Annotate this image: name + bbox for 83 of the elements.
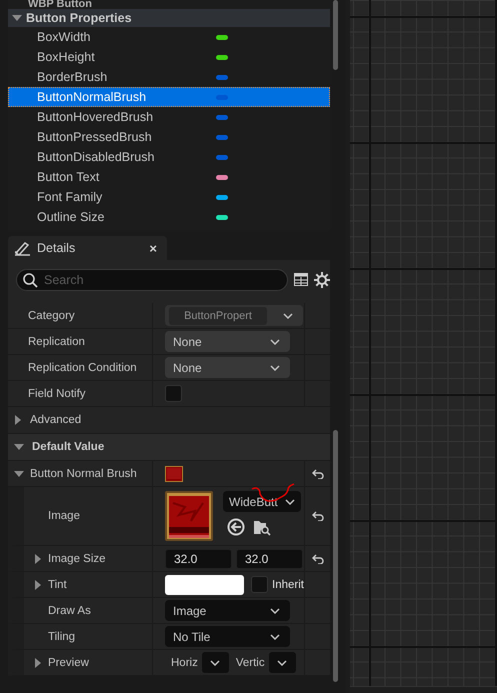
variable-name: Button Text bbox=[37, 170, 100, 184]
expand-arrow-icon[interactable] bbox=[14, 443, 24, 451]
property-label: Button Normal Brush bbox=[30, 468, 137, 480]
variable-item[interactable]: ButtonNormalBrush bbox=[8, 87, 330, 107]
field-label: Vertic bbox=[236, 656, 265, 668]
section-title: Default Value bbox=[32, 441, 104, 453]
dropdown[interactable]: None bbox=[165, 357, 290, 378]
variable-item[interactable]: BorderBrush bbox=[8, 67, 330, 87]
variable-item[interactable]: BoxHeight bbox=[8, 47, 330, 67]
property-label: Field Notify bbox=[28, 388, 86, 400]
field-label: Horiz bbox=[171, 656, 198, 668]
variable-name: Outline Size bbox=[37, 210, 106, 224]
variable-name: ButtonDisabledBrush bbox=[37, 150, 156, 164]
variable-name: ButtonPressedBrush bbox=[37, 130, 153, 144]
expand-arrow-icon[interactable] bbox=[14, 415, 22, 425]
details-icon bbox=[14, 240, 31, 256]
search-field[interactable]: Search bbox=[16, 268, 288, 290]
variable-item[interactable]: Button Text bbox=[8, 167, 330, 187]
table-view-icon[interactable] bbox=[294, 273, 308, 286]
expand-arrow-icon[interactable] bbox=[12, 14, 22, 22]
variable-name: ButtonHoveredBrush bbox=[37, 110, 154, 124]
section-title: Advanced bbox=[30, 414, 82, 426]
variable-item[interactable]: ButtonPressedBrush bbox=[8, 127, 330, 147]
reset-icon[interactable] bbox=[312, 511, 324, 521]
scrollbar-thumb[interactable] bbox=[333, 0, 338, 70]
dropdown[interactable]: Image bbox=[165, 600, 290, 621]
variable-item[interactable]: ButtonHoveredBrush bbox=[8, 107, 330, 127]
brush-swatch[interactable] bbox=[165, 466, 183, 482]
variable-item[interactable]: Font Family bbox=[8, 187, 330, 207]
dropdown[interactable]: WideButt bbox=[223, 491, 301, 512]
settings-icon[interactable] bbox=[314, 272, 330, 288]
checkbox[interactable] bbox=[251, 576, 268, 593]
expand-arrow-icon[interactable] bbox=[34, 580, 42, 590]
property-label: Tint bbox=[48, 578, 67, 590]
texture-thumbnail[interactable] bbox=[165, 491, 213, 541]
checkbox-label: Inherit bbox=[272, 578, 304, 590]
property-label: Image bbox=[48, 510, 80, 522]
variable-name: ButtonNormalBrush bbox=[37, 90, 148, 104]
property-label: Replication bbox=[28, 336, 85, 348]
category-label: Button Properties bbox=[26, 11, 132, 25]
expand-arrow-icon[interactable] bbox=[34, 554, 42, 564]
variable-name: BoxHeight bbox=[37, 50, 96, 64]
color-swatch[interactable] bbox=[165, 574, 244, 594]
caret-icon bbox=[283, 312, 293, 318]
caret-icon bbox=[270, 608, 280, 614]
dropdown[interactable] bbox=[202, 652, 229, 673]
property-label: Draw As bbox=[48, 604, 91, 616]
category-header[interactable]: Button Properties bbox=[8, 9, 330, 27]
property-label: Image Size bbox=[48, 552, 106, 564]
caret-icon bbox=[210, 660, 220, 666]
variable-name: Font Family bbox=[37, 190, 104, 204]
expand-arrow-icon[interactable] bbox=[34, 658, 42, 668]
dropdown[interactable]: None bbox=[165, 331, 290, 352]
caret-icon bbox=[270, 364, 280, 370]
caret-icon bbox=[277, 660, 288, 666]
dropdown[interactable] bbox=[268, 652, 296, 673]
property-label: Preview bbox=[48, 656, 89, 668]
dropdown[interactable]: No Tile bbox=[165, 626, 290, 647]
property-label: Category bbox=[28, 310, 75, 322]
variable-name: BoxWidth bbox=[37, 30, 92, 44]
number-field[interactable]: 32.0 bbox=[165, 548, 232, 568]
variable-item[interactable]: Outline Size bbox=[8, 207, 330, 227]
arrow-circle-icon[interactable] bbox=[227, 518, 245, 536]
reset-icon[interactable] bbox=[312, 468, 324, 478]
variable-item[interactable]: ButtonDisabledBrush bbox=[8, 147, 330, 167]
property-label: Tiling bbox=[48, 630, 76, 642]
folder-search-icon[interactable] bbox=[253, 518, 271, 536]
section-header[interactable]: Default Value bbox=[8, 434, 330, 461]
variable-item[interactable]: BoxWidth bbox=[8, 27, 330, 47]
search-icon bbox=[23, 272, 38, 288]
scrollbar-thumb[interactable] bbox=[333, 430, 338, 682]
details-tab[interactable]: Details × bbox=[8, 236, 167, 260]
caret-icon bbox=[270, 338, 280, 344]
caret-icon bbox=[270, 634, 280, 640]
property-label: Replication Condition bbox=[28, 362, 137, 374]
variable-name: BorderBrush bbox=[37, 70, 108, 84]
tab-title: Details bbox=[37, 241, 76, 255]
caret-icon bbox=[285, 498, 295, 504]
expand-arrow-icon[interactable] bbox=[14, 470, 24, 478]
close-button[interactable]: × bbox=[147, 240, 159, 256]
number-field[interactable]: 32.0 bbox=[236, 548, 303, 568]
reset-icon[interactable] bbox=[312, 554, 324, 564]
checkbox[interactable] bbox=[165, 385, 182, 402]
